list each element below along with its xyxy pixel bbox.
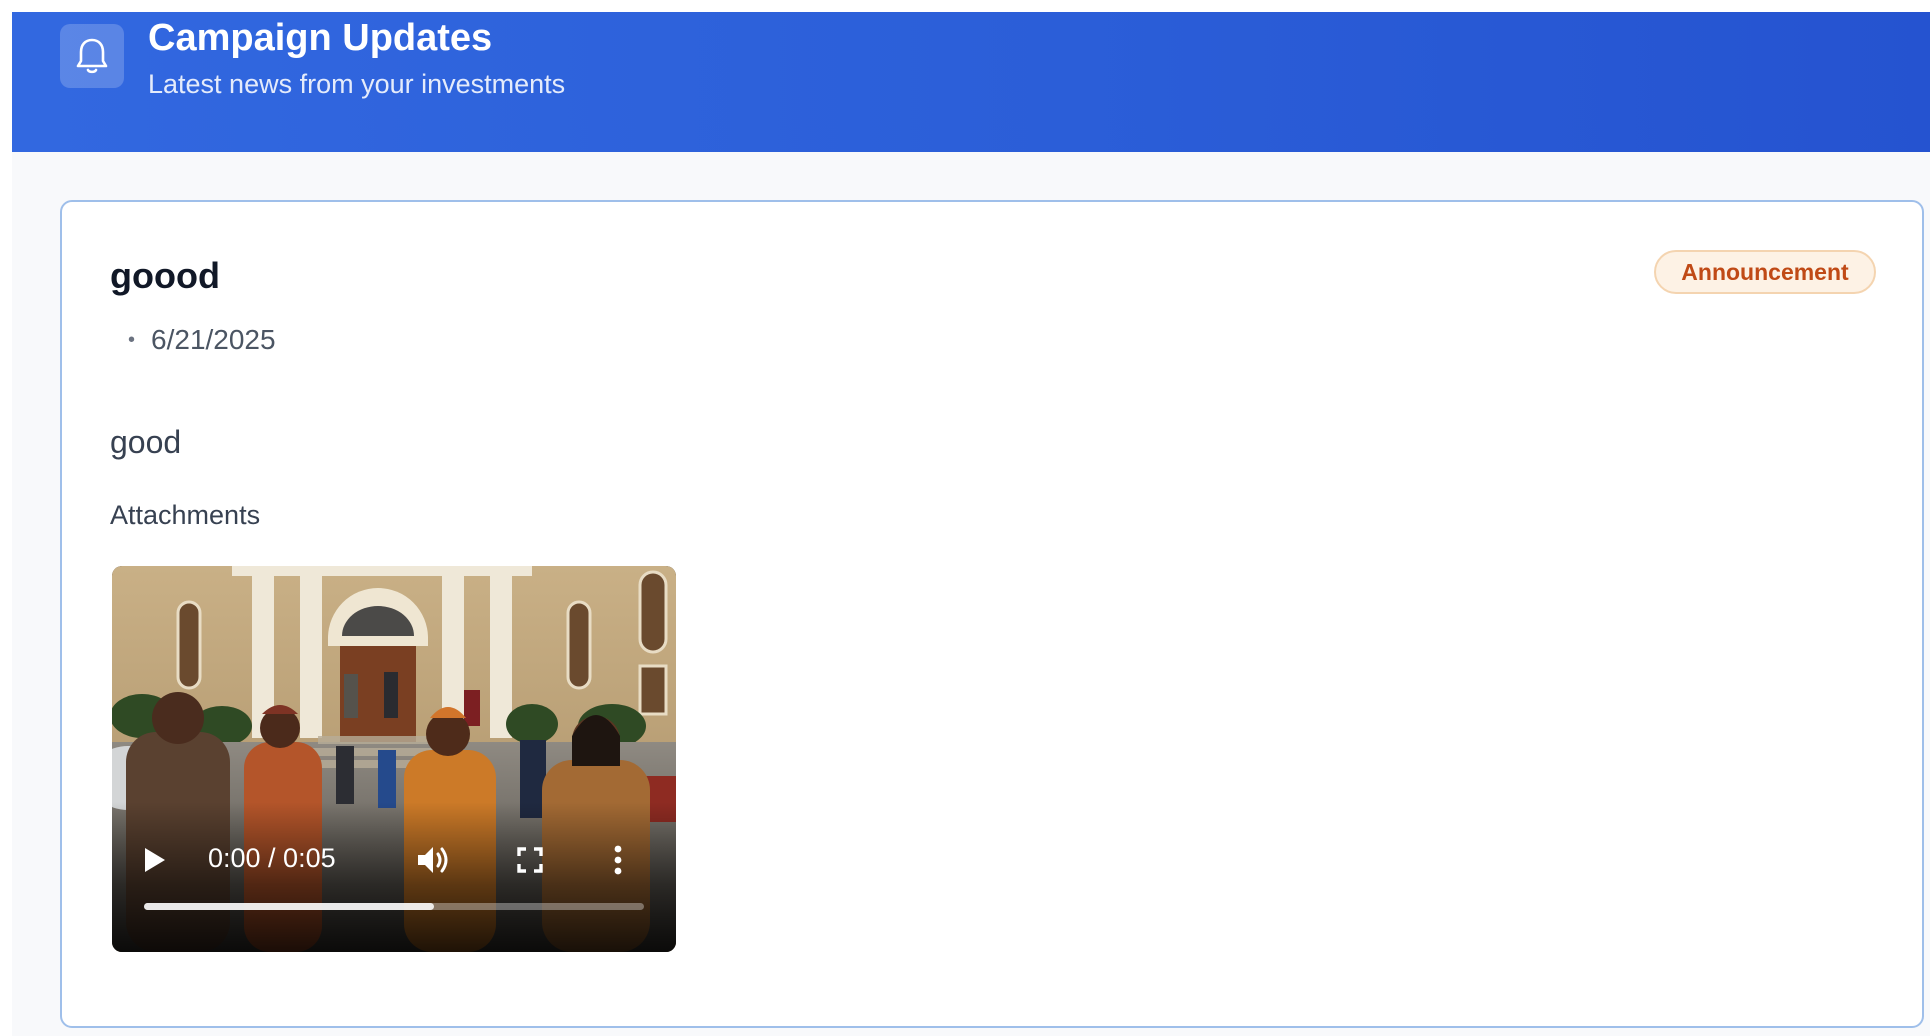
- meta-separator: •: [128, 328, 136, 351]
- page: Campaign Updates Latest news from your i…: [0, 0, 1930, 1036]
- video-controls-gradient: [112, 802, 676, 952]
- page-title: Campaign Updates: [148, 17, 493, 59]
- video-attachment[interactable]: 0:00 / 0:05: [112, 566, 676, 952]
- left-edge: [0, 0, 12, 1036]
- page-subtitle: Latest news from your investments: [148, 69, 566, 99]
- video-time: 0:00 / 0:05: [208, 843, 336, 873]
- campaign-updates-header: Campaign Updates Latest news from your i…: [12, 12, 1930, 152]
- fullscreen-icon[interactable]: [512, 842, 548, 878]
- video-buffered-bar: [144, 903, 434, 910]
- update-card: goood Announcement • 6/21/2025 good Atta…: [60, 200, 1924, 1028]
- bell-icon: [60, 24, 124, 88]
- category-badge: Announcement: [1654, 250, 1876, 294]
- top-edge: [0, 0, 1930, 12]
- volume-icon[interactable]: [414, 840, 454, 880]
- update-title: goood: [110, 255, 220, 296]
- update-body: good: [110, 424, 182, 460]
- play-icon[interactable]: [136, 842, 172, 878]
- update-meta: • 6/21/2025: [128, 324, 276, 356]
- video-progress-bar[interactable]: [144, 903, 644, 910]
- update-date: 6/21/2025: [151, 324, 276, 355]
- more-options-icon[interactable]: [606, 842, 630, 878]
- attachments-label: Attachments: [110, 500, 261, 530]
